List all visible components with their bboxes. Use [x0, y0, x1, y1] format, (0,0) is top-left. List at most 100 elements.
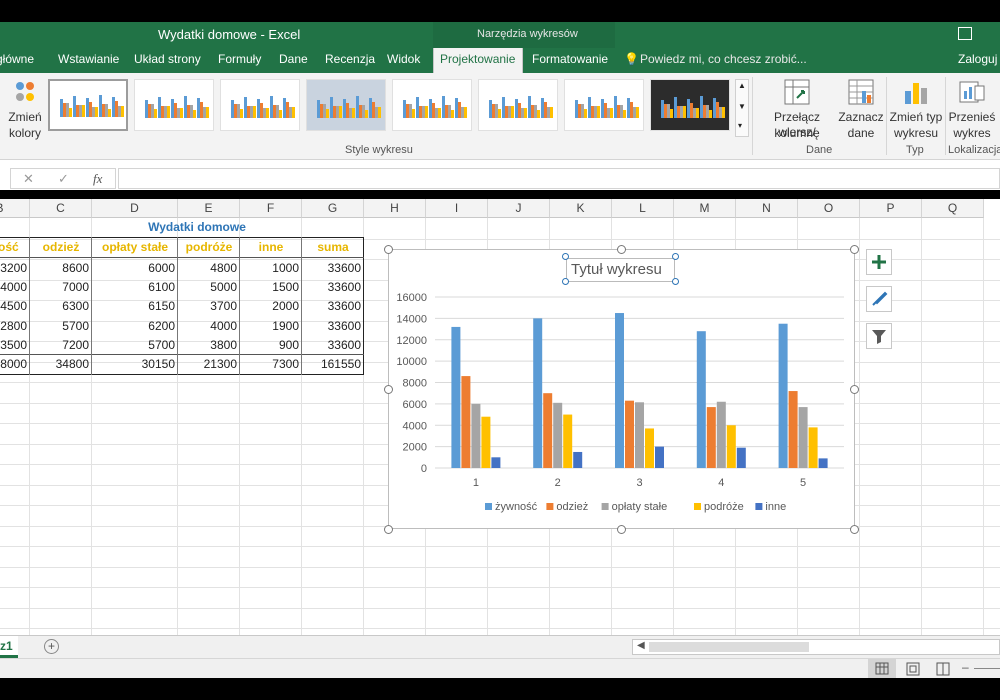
column-header[interactable]: N — [736, 199, 798, 218]
tab-insert[interactable]: Wstawianie — [58, 52, 119, 66]
column-gridline — [921, 218, 922, 635]
column-header[interactable]: H — [364, 199, 426, 218]
tab-review[interactable]: Recenzja — [325, 52, 375, 66]
page-break-view-icon[interactable] — [930, 659, 956, 679]
thumbnail-bar — [108, 109, 111, 117]
move-chart-button[interactable]: Przenieś wykres — [947, 77, 997, 141]
column-header[interactable]: F — [240, 199, 302, 218]
table-title[interactable]: Wydatki domowe — [30, 218, 364, 237]
chart-title[interactable]: Tytuł wykresu — [571, 261, 662, 278]
chart-style-thumbnail[interactable] — [564, 79, 644, 131]
column-header[interactable]: B — [0, 199, 30, 218]
chart-style-thumbnail[interactable] — [134, 79, 214, 131]
tab-view[interactable]: Widok — [387, 52, 420, 66]
column-header[interactable]: K — [550, 199, 612, 218]
column-header[interactable]: O — [798, 199, 860, 218]
formula-input[interactable] — [118, 168, 1000, 189]
insert-function-icon[interactable]: fx — [93, 171, 102, 187]
ribbon-display-icon[interactable] — [958, 27, 972, 40]
column-header[interactable]: P — [860, 199, 922, 218]
chart-style-thumbnail[interactable] — [478, 79, 558, 131]
row-gridline — [0, 607, 1000, 609]
chart-style-thumbnail[interactable] — [48, 79, 128, 131]
thumbnail-bar — [511, 106, 514, 118]
legend-swatch — [694, 503, 701, 510]
thumbnail-bar — [696, 108, 699, 118]
y-tick-label: 2000 — [403, 442, 427, 454]
tab-design[interactable]: Projektowanie — [433, 48, 523, 73]
column-header[interactable]: J — [488, 199, 550, 218]
gallery-scroll[interactable]: ▲ ▼ ▾ — [735, 79, 749, 137]
title-handle[interactable] — [562, 278, 569, 285]
gallery-more-icon[interactable]: ▾ — [738, 121, 742, 130]
gallery-up-icon[interactable]: ▲ — [738, 81, 746, 90]
top-black-bar — [0, 0, 1000, 22]
login-link[interactable]: Zaloguj — [958, 52, 997, 66]
resize-handle[interactable] — [384, 385, 393, 394]
x-tick-label: 1 — [473, 477, 479, 489]
thumbnail-bar — [412, 109, 415, 118]
enter-icon[interactable]: ✓ — [58, 171, 69, 187]
thumbnail-bar — [352, 108, 355, 118]
chart-title-box[interactable]: Tytuł wykresu — [566, 258, 675, 282]
tell-me-input[interactable]: Powiedz mi, co chcesz zrobić... — [640, 52, 807, 66]
chart-style-thumbnail[interactable] — [392, 79, 472, 131]
column-header[interactable]: G — [302, 199, 364, 218]
column-header[interactable]: M — [674, 199, 736, 218]
zoom-out-icon[interactable]: – — [962, 660, 969, 674]
column-header[interactable]: I — [426, 199, 488, 218]
column-header[interactable]: L — [612, 199, 674, 218]
title-handle[interactable] — [562, 253, 569, 260]
column-header[interactable]: C — [30, 199, 92, 218]
chart-style-thumbnail[interactable] — [306, 79, 386, 131]
zoom-slider[interactable] — [974, 668, 1000, 669]
thumbnail-bar — [193, 110, 196, 118]
change-chart-type-button[interactable]: Zmień typ wykresu — [888, 77, 944, 141]
scroll-left-icon[interactable]: ◀ — [637, 640, 645, 651]
y-tick-label: 4000 — [403, 420, 427, 432]
title-handle[interactable] — [672, 253, 679, 260]
chart-filters-button[interactable] — [866, 323, 892, 349]
column-header[interactable]: D — [92, 199, 178, 218]
page-layout-view-icon[interactable] — [900, 659, 926, 679]
column-chart: 0 2000 4000 6000 8000 10000 12000 14000 16000 1 2 3… — [396, 292, 844, 513]
bottom-black-bar — [0, 678, 1000, 700]
resize-handle[interactable] — [850, 385, 859, 394]
tab-home[interactable]: główne — [0, 52, 34, 66]
resize-handle[interactable] — [384, 245, 393, 254]
tab-data[interactable]: Dane — [279, 52, 308, 66]
normal-view-icon[interactable] — [868, 659, 896, 679]
thumbnail-bar — [451, 110, 454, 118]
column-header[interactable]: E — [178, 199, 240, 218]
ribbon-tab-bar: główne Wstawianie Układ strony Formuły D… — [0, 48, 1000, 73]
resize-handle[interactable] — [617, 525, 626, 534]
resize-handle[interactable] — [384, 525, 393, 534]
add-sheet-icon[interactable]: + — [44, 639, 59, 654]
change-colors-button[interactable]: Zmień kolory — [4, 77, 46, 141]
chart-area[interactable]: 0 2000 4000 6000 8000 10000 12000 14000 16000 1 2 3… — [388, 249, 855, 529]
select-data-button[interactable]: Zaznacz dane — [838, 77, 884, 141]
tab-format[interactable]: Formatowanie — [532, 52, 608, 66]
chart-style-thumbnail[interactable] — [220, 79, 300, 131]
horizontal-scrollbar[interactable]: ◀ — [632, 639, 1000, 655]
y-tick-label: 8000 — [403, 378, 427, 390]
context-title: Narzędzia wykresów — [477, 28, 578, 40]
tab-page-layout[interactable]: Układ strony — [134, 52, 201, 66]
resize-handle[interactable] — [850, 525, 859, 534]
resize-handle[interactable] — [850, 245, 859, 254]
tab-formulas[interactable]: Formuły — [218, 52, 261, 66]
cancel-icon[interactable]: ✕ — [23, 171, 34, 187]
bar — [471, 403, 481, 468]
switch-row-column-button[interactable]: Przełącz wiersz/ kolumnę — [756, 77, 838, 141]
gallery-down-icon[interactable]: ▼ — [738, 102, 746, 111]
chart-styles-button[interactable] — [866, 286, 892, 312]
scroll-thumb[interactable] — [649, 642, 809, 652]
chart-elements-button[interactable] — [866, 249, 892, 275]
chart-style-thumbnail[interactable] — [650, 79, 730, 131]
resize-handle[interactable] — [617, 245, 626, 254]
select-data-icon — [848, 79, 874, 105]
title-handle[interactable] — [672, 278, 679, 285]
sheet-tab-active[interactable]: z1 — [0, 636, 18, 658]
column-header[interactable]: Q — [922, 199, 984, 218]
thumbnail-bar — [253, 106, 256, 118]
